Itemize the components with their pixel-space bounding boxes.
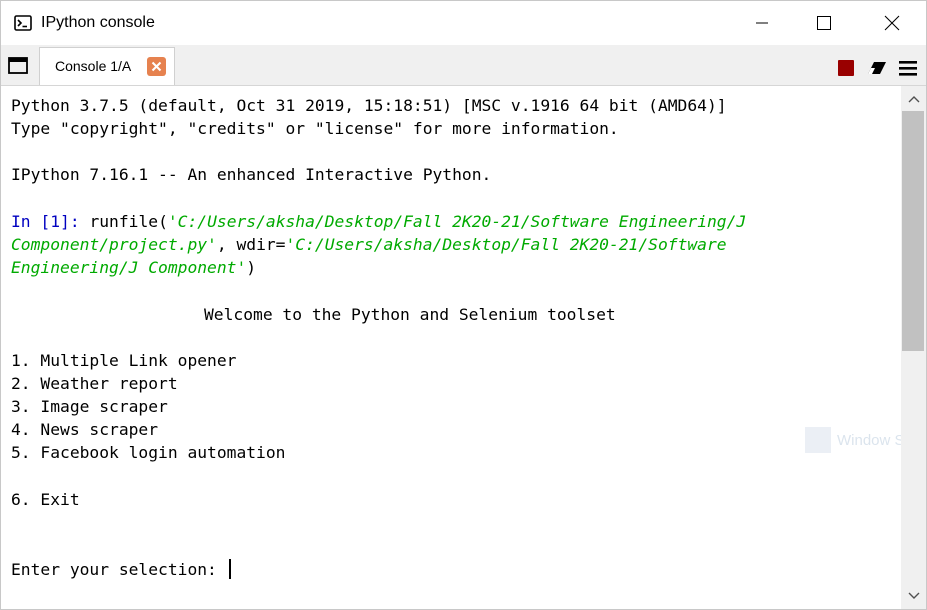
close-paren: ) [246,258,257,277]
keyword-arg: , wdir= [216,235,286,254]
close-icon [884,15,900,31]
tab-console-1a[interactable]: Console 1/A [39,47,175,85]
menu-option: 3. Image scraper [11,397,168,416]
maximize-button[interactable] [801,1,847,45]
string-literal: Component/project.py' [11,235,217,254]
chevron-down-icon [908,592,919,599]
welcome-message: Welcome to the Python and Selenium tools… [204,305,616,324]
browse-tabs-icon[interactable] [8,57,28,74]
maximize-icon [817,16,831,30]
windows-logo-icon [805,427,831,453]
minimize-button[interactable] [739,1,785,45]
ipython-console-window: IPython console Console 1/A Python 3.7.5… [0,0,927,610]
input-prompt-number: 1 [50,212,61,231]
options-menu-icon[interactable] [898,59,918,77]
console-output[interactable]: Python 3.7.5 (default, Oct 31 2019, 15:1… [1,86,901,609]
tab-close-button[interactable] [147,57,166,76]
close-window-button[interactable] [869,1,915,45]
minimize-icon [756,22,768,24]
input-line-1: In [1]: runfile('C:/Users/aksha/Desktop/… [11,210,746,233]
tab-bar: Console 1/A [1,45,926,86]
selection-input-line[interactable]: Enter your selection: [11,558,231,581]
string-literal: 'C:/Users/aksha/Desktop/Fall 2K20-21/Sof… [167,212,747,231]
chevron-up-icon [908,96,919,103]
input-line-2: Component/project.py', wdir='C:/Users/ak… [11,233,727,256]
watermark-text: Window S [837,431,905,449]
input-prompt-end: ]: [60,212,90,231]
string-literal: Engineering/J Component' [11,258,247,277]
console-line: Python 3.7.5 (default, Oct 31 2019, 15:1… [11,96,727,115]
text-cursor [228,559,231,579]
menu-option: 2. Weather report [11,374,178,393]
console-line: IPython 7.16.1 -- An enhanced Interactiv… [11,165,492,184]
close-icon [151,61,162,72]
selection-prompt: Enter your selection: [11,560,227,579]
terminal-icon [14,14,32,32]
menu-option: 4. News scraper [11,420,159,439]
tab-label: Console 1/A [55,58,132,74]
scroll-thumb[interactable] [902,111,924,351]
scroll-down-button[interactable] [901,585,926,607]
input-prompt: In [ [11,212,51,231]
console-line: Type "copyright", "credits" or "license"… [11,119,619,138]
window-title: IPython console [41,14,155,31]
stop-kernel-button[interactable] [838,60,854,76]
function-call: runfile( [89,212,168,231]
clear-console-icon[interactable] [866,58,888,78]
string-literal: 'C:/Users/aksha/Desktop/Fall 2K20-21/Sof… [285,235,727,254]
title-bar: IPython console [1,1,926,45]
scroll-up-button[interactable] [901,88,926,110]
input-line-3: Engineering/J Component') [11,256,256,279]
menu-option: 1. Multiple Link opener [11,351,237,370]
menu-option: 5. Facebook login automation [11,443,286,462]
menu-option-exit: 6. Exit [11,490,80,509]
vertical-scrollbar[interactable] [901,86,926,609]
